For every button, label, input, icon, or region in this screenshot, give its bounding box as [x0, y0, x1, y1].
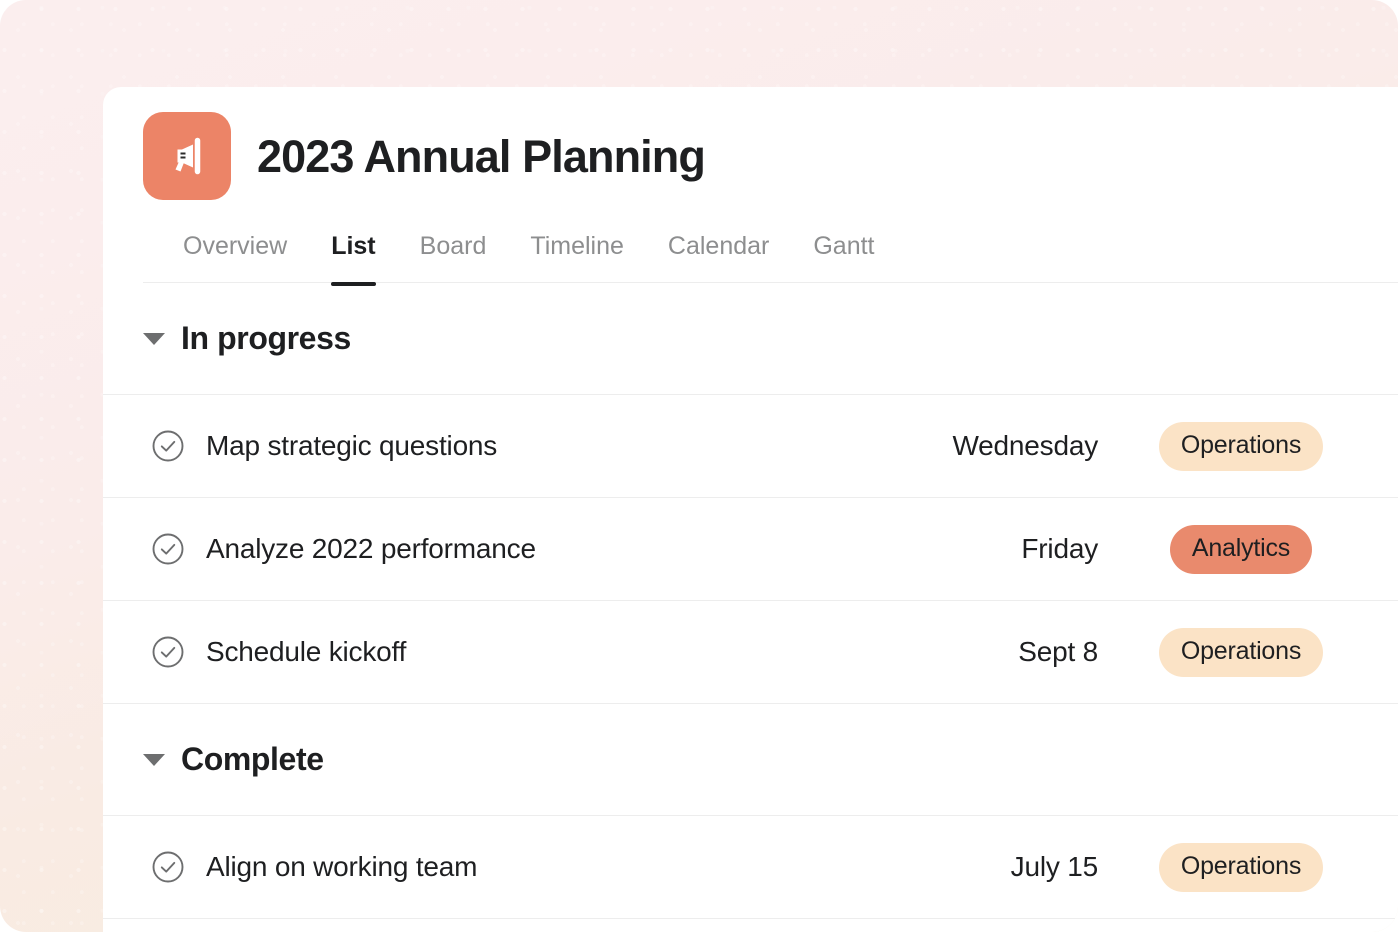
status-badge[interactable]: Operations [1158, 842, 1324, 892]
task-name: Map strategic questions [206, 430, 498, 461]
tab-gantt[interactable]: Gantt [813, 232, 874, 283]
task-due-date: July 15 [1010, 851, 1099, 882]
tab-calendar[interactable]: Calendar [668, 232, 769, 283]
tab-timeline[interactable]: Timeline [530, 232, 624, 283]
task-tag-cell: Analytics [1112, 524, 1370, 574]
circle-check-icon[interactable] [151, 429, 185, 463]
page-title: 2023 Annual Planning [257, 130, 706, 182]
title-row: 2023 Annual Planning [143, 112, 1398, 200]
task-name: Schedule kickoff [206, 636, 407, 667]
tab-list[interactable]: List [331, 232, 377, 286]
table-row[interactable]: Align on working team July 15 Operations [103, 816, 1398, 919]
task-tag-cell: Operations [1112, 842, 1370, 892]
tab-board[interactable]: Board [420, 232, 487, 283]
project-card: 2023 Annual Planning Overview List Board… [103, 87, 1398, 932]
project-header: 2023 Annual Planning Overview List Board… [103, 87, 1398, 286]
page-background: 2023 Annual Planning Overview List Board… [0, 0, 1398, 932]
section-title: Complete [181, 741, 324, 777]
status-badge[interactable]: Operations [1158, 627, 1324, 677]
circle-check-icon[interactable] [151, 850, 185, 884]
tab-overview[interactable]: Overview [183, 232, 287, 283]
status-badge[interactable]: Operations [1158, 421, 1324, 471]
section-title: In progress [181, 320, 351, 356]
task-due-date: Sept 8 [1018, 636, 1098, 667]
status-badge[interactable]: Analytics [1169, 524, 1313, 574]
circle-check-icon[interactable] [151, 532, 185, 566]
megaphone-icon [143, 112, 231, 200]
section-header-in-progress: In progress [103, 283, 1398, 395]
circle-check-icon[interactable] [151, 635, 185, 669]
task-name: Analyze 2022 performance [206, 533, 536, 564]
caret-down-icon[interactable] [143, 753, 165, 766]
task-tag-cell: Operations [1112, 627, 1370, 677]
table-row[interactable]: Map strategic questions Wednesday Operat… [103, 395, 1398, 498]
table-row[interactable]: Schedule kickoff Sept 8 Operations [103, 601, 1398, 704]
view-tabs: Overview List Board Timeline Calendar Ga… [143, 232, 1398, 286]
task-due-date: Wednesday [952, 430, 1098, 461]
task-tag-cell: Operations [1112, 421, 1370, 471]
task-name: Align on working team [206, 851, 478, 882]
caret-down-icon[interactable] [143, 332, 165, 345]
table-row[interactable]: Analyze 2022 performance Friday Analytic… [103, 498, 1398, 601]
task-due-date: Friday [1021, 533, 1098, 564]
section-header-complete: Complete [103, 704, 1398, 816]
